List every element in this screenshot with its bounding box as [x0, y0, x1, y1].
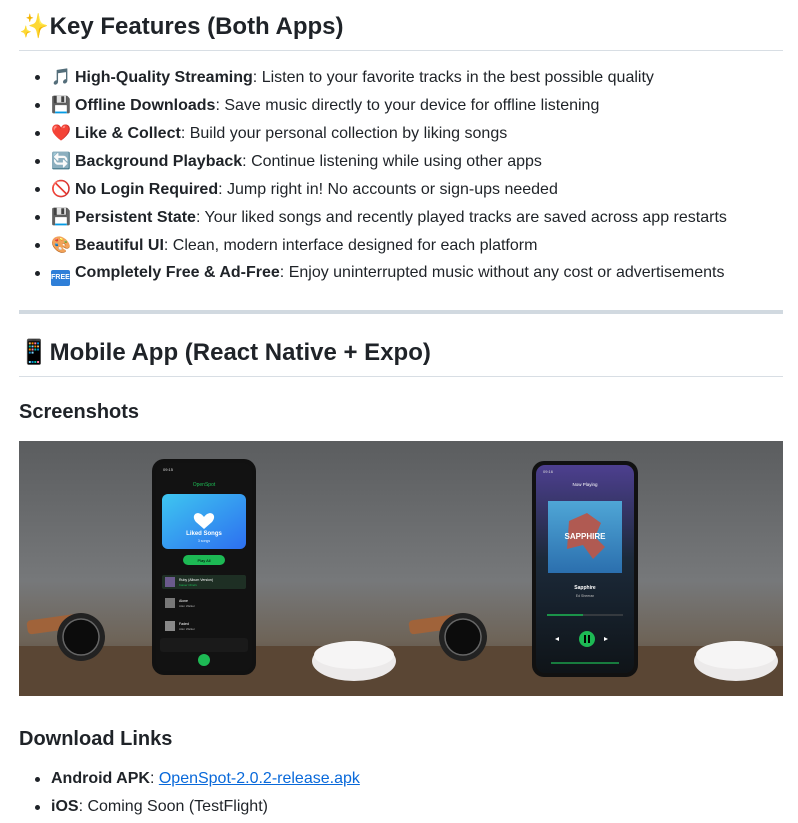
list-item: 💾 Offline Downloads: Save music directly …	[35, 92, 727, 120]
ios-label: iOS	[51, 798, 79, 815]
features-list: 🎵 High-Quality Streaming: Listen to your …	[35, 64, 727, 288]
card-subtitle: 3 songs	[198, 539, 211, 543]
list-item: 🎨 Beautiful UI: Clean, modern interface d…	[35, 232, 727, 260]
app-name: OpenSpot	[193, 482, 216, 488]
mobile-phone-icon: 📱	[19, 338, 49, 366]
svg-text:Kaiser Chiefs: Kaiser Chiefs	[179, 583, 197, 587]
phone-photo-now-playing: 09:16 Now Playing SAPPHIRE Sapphire Ed S…	[401, 441, 783, 696]
free-badge-icon: FREE	[51, 270, 70, 286]
repeat-icon: 🔄	[51, 151, 71, 170]
list-item: Android APK: OpenSpot-2.0.2-release.apk	[35, 766, 360, 794]
phone-photo-liked-songs: 09:15 OpenSpot Liked Songs 3 songs Play …	[19, 441, 401, 696]
svg-text:Ruby (Album Version): Ruby (Album Version)	[179, 578, 213, 582]
key-features-heading: ✨ Key Features (Both Apps)	[19, 11, 783, 51]
svg-text:09:15: 09:15	[163, 467, 174, 472]
pause-button	[579, 631, 595, 647]
card-title: Liked Songs	[186, 531, 222, 537]
section-divider	[19, 310, 783, 314]
svg-text:Alan Walker: Alan Walker	[179, 627, 195, 631]
list-item: 💾 Persistent State: Your liked songs and …	[35, 204, 727, 232]
screenshot-liked-songs[interactable]: 09:15 OpenSpot Liked Songs 3 songs Play …	[19, 441, 401, 696]
prohibited-icon: 🚫	[51, 179, 71, 198]
music-note-icon: 🎵	[51, 67, 71, 86]
download-links-list: Android APK: OpenSpot-2.0.2-release.apk …	[35, 766, 360, 822]
android-apk-label: Android APK	[51, 770, 150, 787]
svg-text:09:16: 09:16	[543, 469, 554, 474]
download-links-heading: Download Links	[19, 728, 173, 750]
svg-text:Alone: Alone	[179, 599, 188, 603]
song-title: Sapphire	[574, 585, 596, 591]
android-apk-link[interactable]: OpenSpot-2.0.2-release.apk	[159, 770, 360, 787]
list-item: 🎵 High-Quality Streaming: Listen to your …	[35, 64, 727, 92]
song-artist: Ed Sheeran	[576, 594, 595, 598]
svg-text:Faded: Faded	[179, 622, 189, 626]
list-item: 🔄 Background Playback: Continue listening…	[35, 148, 727, 176]
list-item: ❤️ Like & Collect: Build your personal co…	[35, 120, 727, 148]
svg-text:SAPPHIRE: SAPPHIRE	[565, 532, 607, 541]
palette-icon: 🎨	[51, 235, 71, 254]
screenshot-now-playing[interactable]: 09:16 Now Playing SAPPHIRE Sapphire Ed S…	[401, 441, 783, 696]
mobile-app-heading: 📱 Mobile App (React Native + Expo)	[19, 337, 783, 377]
screenshots-heading: Screenshots	[19, 401, 140, 423]
floppy-disk-icon: 💾	[51, 207, 71, 226]
screenshots-gallery: 09:15 OpenSpot Liked Songs 3 songs Play …	[19, 441, 783, 696]
svg-text:Alan Walker: Alan Walker	[179, 604, 195, 608]
list-item: iOS: Coming Soon (TestFlight)	[35, 794, 360, 822]
list-item: 🚫 No Login Required: Jump right in! No ac…	[35, 176, 727, 204]
list-item: FREE Completely Free & Ad-Free: Enjoy uni…	[35, 260, 727, 288]
readme-page: ✨ Key Features (Both Apps) 🎵 High-Quality…	[0, 0, 798, 823]
now-playing-header: Now Playing	[572, 482, 598, 487]
floppy-disk-icon: 💾	[51, 95, 71, 114]
heart-icon: ❤️	[51, 123, 71, 142]
svg-text:Play All: Play All	[197, 558, 210, 563]
sparkles-icon: ✨	[19, 12, 49, 40]
